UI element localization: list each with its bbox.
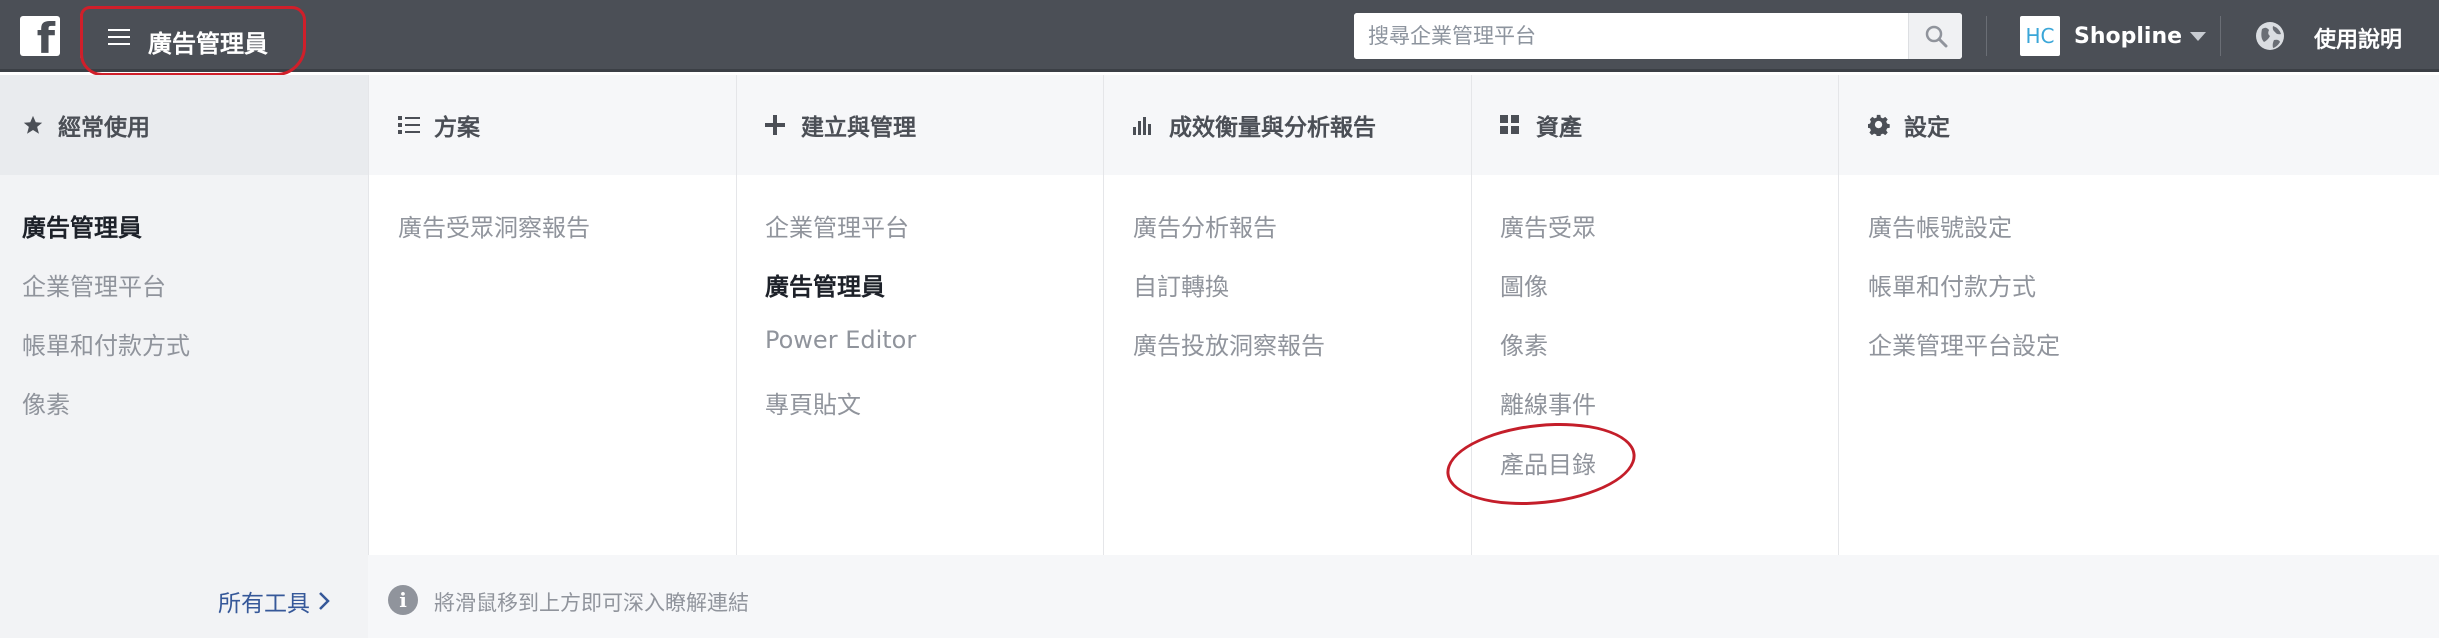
column-title: 經常使用 <box>58 115 150 141</box>
menu-item-business-manager[interactable]: 企業管理平台 <box>765 208 909 243</box>
column-divider <box>1103 75 1104 555</box>
facebook-logo-icon[interactable]: f <box>20 16 60 60</box>
column-header-create-manage: 建立與管理 <box>765 110 916 141</box>
menu-item-power-editor[interactable]: Power Editor <box>765 326 916 354</box>
globe-icon[interactable] <box>2254 20 2286 52</box>
search-button[interactable] <box>1908 13 1962 59</box>
all-tools-link[interactable]: 所有工具 <box>218 584 330 618</box>
menu-item-billing[interactable]: 帳單和付款方式 <box>22 326 190 361</box>
column-header-band <box>368 75 2439 175</box>
menu-item-business-manager[interactable]: 企業管理平台 <box>22 267 166 302</box>
column-header-assets: 資產 <box>1500 110 1582 141</box>
menu-item-images[interactable]: 圖像 <box>1500 267 1548 302</box>
info-icon: i <box>388 585 418 615</box>
menu-item-custom-conversions[interactable]: 自訂轉換 <box>1133 267 1229 302</box>
account-avatar: HC <box>2020 16 2060 56</box>
column-title: 資產 <box>1536 115 1582 141</box>
menu-item-ads-manager[interactable]: 廣告管理員 <box>22 208 142 243</box>
column-header-measure-report: 成效衡量與分析報告 <box>1133 110 1376 141</box>
menu-item-business-settings[interactable]: 企業管理平台設定 <box>1868 326 2060 361</box>
chevron-right-icon <box>319 592 330 610</box>
column-divider <box>1838 75 1839 555</box>
list-icon <box>398 115 420 135</box>
column-title: 建立與管理 <box>801 115 916 141</box>
column-header-frequently-used: 經常使用 <box>22 110 150 141</box>
menu-item-pixels[interactable]: 像素 <box>1500 326 1548 361</box>
menu-item-ad-account-settings[interactable]: 廣告帳號設定 <box>1868 208 2012 243</box>
facebook-logo-letter: f <box>36 14 55 63</box>
search-icon <box>1925 25 1947 48</box>
column-header-plans: 方案 <box>398 110 480 141</box>
column-title: 方案 <box>434 115 480 141</box>
menu-item-billing-settings[interactable]: 帳單和付款方式 <box>1868 267 2036 302</box>
help-link[interactable]: 使用說明 <box>2314 22 2402 54</box>
column-items-band <box>368 175 2439 555</box>
annotation-highlight-box <box>80 6 306 76</box>
bar-chart-icon <box>1133 115 1155 135</box>
menu-item-offline-events[interactable]: 離線事件 <box>1500 385 1596 420</box>
top-bar: f 廣告管理員 HC Shopline 使用說明 <box>0 0 2439 72</box>
search-box <box>1354 13 1962 59</box>
column-title: 設定 <box>1904 115 1950 141</box>
menu-item-delivery-insights[interactable]: 廣告投放洞察報告 <box>1133 326 1325 361</box>
menu-item-audience-insights[interactable]: 廣告受眾洞察報告 <box>398 208 590 243</box>
column-header-settings: 設定 <box>1868 110 1950 141</box>
star-icon <box>22 114 44 136</box>
column-divider <box>368 75 369 555</box>
topbar-separator <box>2220 16 2221 56</box>
footer-hint: 將滑鼠移到上方即可深入瞭解連結 <box>434 591 749 615</box>
grid-icon <box>1500 115 1522 135</box>
all-tools-label: 所有工具 <box>218 591 310 617</box>
account-name: Shopline <box>2074 23 2183 49</box>
caret-down-icon <box>2190 31 2207 41</box>
account-switcher[interactable]: HC Shopline <box>2020 16 2207 56</box>
menu-item-pixel[interactable]: 像素 <box>22 385 70 420</box>
plus-icon <box>765 115 787 135</box>
gear-icon <box>1868 114 1890 136</box>
column-title: 成效衡量與分析報告 <box>1169 115 1376 141</box>
menu-item-ads-manager[interactable]: 廣告管理員 <box>765 267 885 302</box>
search-input[interactable] <box>1354 13 1908 59</box>
menu-item-page-posts[interactable]: 專頁貼文 <box>765 385 861 420</box>
menu-item-audiences[interactable]: 廣告受眾 <box>1500 208 1596 243</box>
column-divider <box>736 75 737 555</box>
menu-item-ads-reporting[interactable]: 廣告分析報告 <box>1133 208 1277 243</box>
topbar-separator <box>1986 16 1987 56</box>
